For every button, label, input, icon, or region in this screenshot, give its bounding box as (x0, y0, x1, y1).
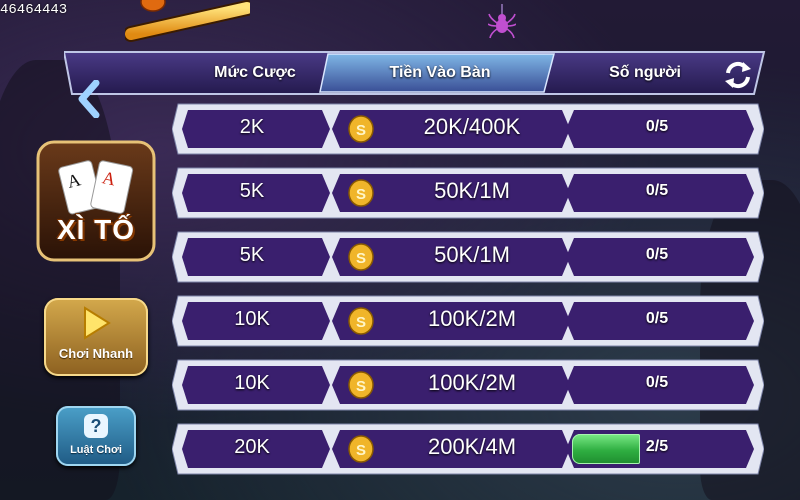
player-count: 0/5 (645, 246, 669, 263)
buyin-amount: 100K/2M (427, 370, 517, 395)
player-count: 0/5 (645, 310, 669, 327)
table-row[interactable]: 20K S 200K/4M 2/5 (172, 420, 764, 478)
coin-icon: S (348, 435, 374, 463)
bet-amount: 5K (239, 244, 265, 266)
buyin-amount: 100K/2M (427, 306, 517, 331)
table-row[interactable]: 10K S 100K/2M 0/5 (172, 356, 764, 414)
buyin-amount: 20K/400K (423, 114, 521, 139)
bet-amount: 10K (234, 308, 270, 330)
player-count: 0/5 (645, 118, 669, 135)
svg-text:S: S (356, 314, 366, 331)
buyin-amount: 50K/1M (434, 178, 510, 203)
coin-icon: S (348, 307, 374, 335)
bet-amount: 10K (234, 372, 270, 394)
coin-icon: S (348, 115, 374, 143)
bet-amount: 5K (239, 180, 265, 202)
bet-amount: 20K (234, 436, 270, 458)
player-count: 0/5 (645, 182, 669, 199)
svg-text:S: S (356, 186, 366, 203)
svg-text:S: S (356, 442, 366, 459)
svg-text:S: S (356, 250, 366, 267)
coin-icon: S (348, 179, 374, 207)
table-row[interactable]: 10K S 100K/2M 0/5 (172, 292, 764, 350)
table-row[interactable]: 2K S 20K/400K 0/5 (172, 100, 764, 158)
table-row[interactable]: 5K S 50K/1M 0/5 (172, 164, 764, 222)
player-count: 2/5 (645, 438, 669, 455)
player-count: 0/5 (645, 374, 669, 391)
buyin-amount: 200K/4M (427, 434, 517, 459)
coin-icon: S (348, 243, 374, 271)
coin-icon: S (348, 371, 374, 399)
svg-text:S: S (356, 122, 366, 139)
buyin-amount: 50K/1M (434, 242, 510, 267)
table-list: 2K S 20K/400K 0/5 5K S 50K/1M 0/5 5K S 5… (0, 0, 800, 500)
svg-text:S: S (356, 378, 366, 395)
bet-amount: 2K (239, 116, 265, 138)
table-row[interactable]: 5K S 50K/1M 0/5 (172, 228, 764, 286)
